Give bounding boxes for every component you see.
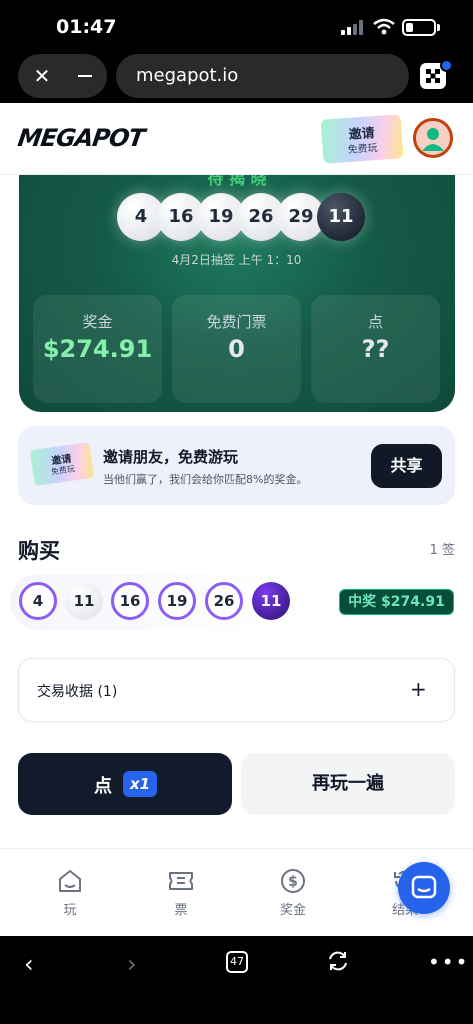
- header-invite-button[interactable]: 邀请 免费玩: [320, 114, 404, 164]
- wifi-icon: [373, 18, 395, 35]
- reload-icon[interactable]: [326, 949, 350, 973]
- mega-ball: 11: [317, 193, 365, 241]
- ticket-icon: [169, 872, 193, 890]
- draw-card-title: 待 揭 晓: [207, 175, 267, 188]
- stat-label: 奖金: [82, 313, 113, 331]
- chat-icon: [411, 875, 437, 899]
- picked-mega-number: 11: [252, 582, 290, 620]
- home-icon: [59, 870, 81, 892]
- stat-value: $274.91: [42, 335, 153, 363]
- stat-prize: 奖金 $274.91: [33, 295, 162, 403]
- battery-tip: [437, 24, 440, 31]
- nav-label: 玩: [63, 903, 77, 918]
- minimize-button[interactable]: [78, 75, 92, 77]
- nav-item-prizes[interactable]: $ 奖金: [263, 868, 323, 918]
- forward-chevron-icon[interactable]: ›: [127, 950, 137, 978]
- invite-title: 邀请朋友，免费游玩: [103, 448, 239, 466]
- svg-text:$: $: [288, 874, 298, 890]
- stat-label: 免费门票: [206, 313, 267, 331]
- receipt-label: 交易收据 (1): [37, 684, 118, 700]
- back-chevron-icon[interactable]: ‹: [24, 950, 34, 978]
- nav-label: 奖金: [279, 903, 306, 918]
- close-tab-button[interactable]: ✕: [31, 64, 53, 88]
- stat-points: 点 ??: [311, 295, 440, 403]
- browser-bottom-bar: [0, 936, 473, 1024]
- stat-label: 点: [367, 313, 383, 331]
- user-avatar-icon: [422, 128, 444, 151]
- buy-title: 购买: [18, 539, 60, 563]
- win-badge: 中奖 $274.91: [339, 589, 454, 615]
- picked-number: 19: [158, 582, 196, 620]
- dollar-icon: $: [281, 869, 305, 893]
- stat-value: ??: [361, 335, 390, 363]
- invite-subtitle: 当他们赢了，我们会给你匹配8%的奖金。: [103, 473, 308, 486]
- chat-support-button[interactable]: [398, 862, 450, 914]
- status-time: 01:47: [56, 16, 117, 38]
- expand-icon[interactable]: +: [410, 677, 427, 701]
- signal-icon: [341, 20, 363, 35]
- draw-time: 4月2日抽签 上午 1：10: [171, 253, 302, 267]
- nav-label: 票: [174, 903, 188, 918]
- url-text[interactable]: megapot.io: [136, 65, 238, 86]
- avatar[interactable]: [413, 118, 453, 158]
- battery-icon: [402, 19, 436, 36]
- picked-number: 26: [205, 582, 243, 620]
- picked-number: 11: [65, 582, 103, 620]
- nav-item-tickets[interactable]: 票: [151, 868, 211, 918]
- play-label: 点: [94, 776, 112, 797]
- extension-badge: [440, 59, 453, 72]
- multiplier-badge[interactable]: x1: [123, 771, 157, 797]
- picked-number: 4: [19, 582, 57, 620]
- play-again-button[interactable]: 再玩一遍: [241, 753, 455, 815]
- nav-item-play[interactable]: 玩: [40, 868, 100, 918]
- megapot-logo[interactable]: MEGAPOT: [16, 124, 146, 152]
- share-button[interactable]: 共享: [371, 444, 442, 488]
- tabs-button[interactable]: 47: [226, 951, 248, 973]
- more-icon[interactable]: •••: [428, 950, 469, 974]
- stat-free-tickets: 免费门票 0: [172, 295, 301, 403]
- ticket-count: 1 签: [429, 543, 455, 558]
- stat-value: 0: [228, 335, 245, 363]
- picked-number: 16: [111, 582, 149, 620]
